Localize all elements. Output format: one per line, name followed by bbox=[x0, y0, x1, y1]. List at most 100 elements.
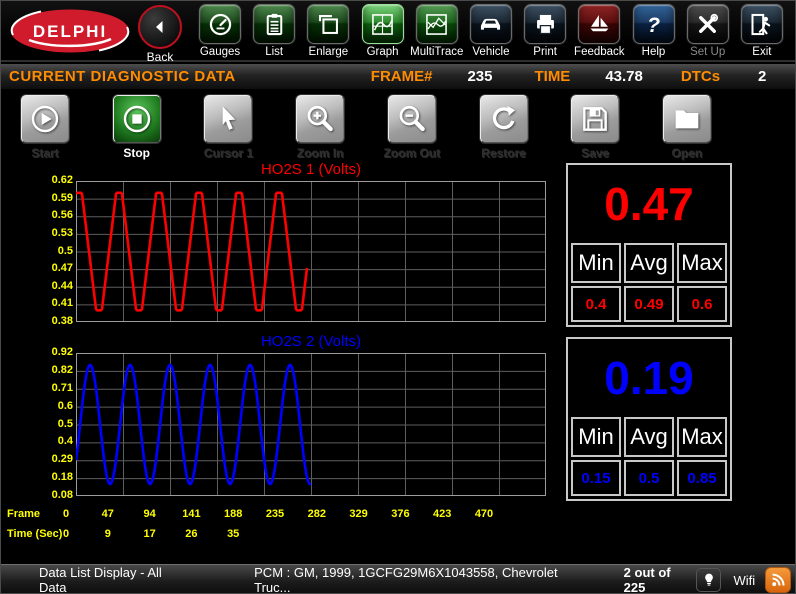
toolbar-button-vehicle[interactable]: Vehicle bbox=[464, 4, 518, 58]
toolbar-button-label: Feedback bbox=[574, 46, 625, 58]
header-bar: CURRENT DIAGNOSTIC DATA FRAME# 235 TIME … bbox=[1, 64, 795, 91]
y-axis-tick: 0.92 bbox=[51, 346, 73, 358]
open-icon bbox=[662, 95, 711, 143]
graph-toolbar: Start Stop Cursor 1 Zoom In Zoom Out Restore S… bbox=[1, 93, 795, 163]
x-axis-tick: 423 bbox=[433, 508, 452, 520]
chart-title-2: HO2S 2 (Volts) bbox=[260, 333, 362, 350]
bulb-icon[interactable] bbox=[695, 568, 722, 592]
start-icon bbox=[21, 95, 69, 143]
toolbar-button-graph[interactable]: Graph bbox=[356, 4, 410, 58]
stop-icon bbox=[112, 95, 161, 143]
graph-toolbar-button-label: Restore bbox=[481, 146, 526, 160]
dtcs-value: 2 bbox=[758, 68, 767, 85]
graph-toolbar-button-stop[interactable]: Stop bbox=[105, 95, 169, 160]
x-axis-tick: 0 bbox=[62, 528, 70, 540]
x-axis-tick: 376 bbox=[391, 508, 410, 520]
stats-header-cell: Max bbox=[677, 243, 727, 283]
stats-panel-1: 0.47 Min Avg Max 0.4 0.49 0.6 bbox=[566, 163, 732, 327]
cursor1-icon bbox=[204, 95, 253, 143]
toolbar-button-label: Exit bbox=[752, 46, 772, 58]
toolbar-button-label: Gauges bbox=[199, 46, 241, 58]
x-axis-tick: 282 bbox=[307, 508, 326, 520]
graph-toolbar-button-restore: Restore bbox=[472, 95, 536, 160]
graph-toolbar-button-label: Start bbox=[31, 146, 59, 160]
wifi-status-label: Wifi bbox=[733, 572, 756, 588]
graph-toolbar-button-start: Start bbox=[13, 95, 77, 160]
toolbar-button-label: Print bbox=[533, 46, 557, 58]
top-toolbar: DELPHI Back Gauges List Enlarge Graph MultiT… bbox=[1, 1, 795, 64]
x-axis-tick: 35 bbox=[227, 528, 240, 540]
multitrace-icon bbox=[415, 4, 458, 44]
frame-label: FRAME# bbox=[370, 68, 433, 85]
frame-value: 235 bbox=[467, 68, 493, 85]
toolbar-button-setup[interactable]: Set Up bbox=[681, 4, 735, 58]
stats-header-cell: Min bbox=[571, 243, 621, 283]
graph-toolbar-button-open: Open bbox=[655, 95, 719, 160]
dtcs-label: DTCs bbox=[680, 68, 721, 85]
stats-header-cell: Avg bbox=[624, 243, 674, 283]
y-axis-tick: 0.4 bbox=[57, 435, 73, 448]
toolbar-button-label: MultiTrace bbox=[410, 46, 464, 58]
toolbar-button-print[interactable]: Print bbox=[518, 4, 572, 58]
time-value: 43.78 bbox=[605, 68, 643, 85]
graph-toolbar-button-label: Stop bbox=[123, 146, 151, 160]
stats-header-cell: Min bbox=[571, 417, 621, 457]
status-bar: Data List Display - All Data PCM : GM, 1… bbox=[1, 564, 795, 594]
status-count-text: 2 out of 225 bbox=[623, 565, 671, 594]
graph-toolbar-button-label: Zoom In bbox=[296, 146, 344, 160]
toolbar-button-gauges[interactable]: Gauges bbox=[193, 4, 247, 58]
toolbar-button-label: Vehicle bbox=[472, 46, 510, 58]
graph-toolbar-button-label: Zoom Out bbox=[383, 146, 441, 160]
graph-toolbar-button-label: Cursor 1 bbox=[203, 146, 254, 160]
setup-icon bbox=[686, 4, 729, 44]
y-axis-tick: 0.29 bbox=[51, 453, 73, 466]
enlarge-icon bbox=[307, 4, 350, 44]
feedback-icon bbox=[578, 4, 621, 44]
graph-toolbar-button-label: Save bbox=[581, 146, 610, 160]
chart-title-1: HO2S 1 (Volts) bbox=[260, 161, 362, 178]
chart-plot-1 bbox=[76, 181, 546, 322]
y-axis-tick: 0.41 bbox=[51, 297, 73, 310]
toolbar-button-help[interactable]: ? Help bbox=[627, 4, 681, 58]
save-icon bbox=[571, 95, 620, 143]
zoom-in-icon bbox=[296, 95, 345, 143]
toolbar-button-label: Graph bbox=[366, 46, 399, 58]
zoom-out-icon bbox=[387, 95, 436, 143]
toolbar-button-label: Set Up bbox=[690, 46, 726, 58]
y-axis-tick: 0.6 bbox=[57, 399, 73, 412]
toolbar-button-feedback[interactable]: Feedback bbox=[572, 4, 626, 58]
x-axis-tick: 9 bbox=[104, 528, 111, 540]
gauges-icon bbox=[199, 4, 241, 44]
x-axis-tick: 26 bbox=[185, 528, 198, 540]
toolbar-button-multitrace[interactable]: MultiTrace bbox=[410, 4, 464, 58]
toolbar-button-enlarge[interactable]: Enlarge bbox=[301, 4, 355, 58]
chart-plot-2 bbox=[76, 353, 546, 496]
y-axis-tick: 0.08 bbox=[51, 489, 73, 501]
back-button-label: Back bbox=[146, 50, 174, 64]
stats-max-value: 0.85 bbox=[677, 460, 727, 496]
stats-max-value: 0.6 bbox=[677, 286, 727, 322]
stats-panel-2: 0.19 Min Avg Max 0.15 0.5 0.85 bbox=[566, 337, 732, 501]
graph-toolbar-button-save: Save bbox=[563, 95, 627, 160]
toolbar-button-exit[interactable]: Exit bbox=[735, 4, 789, 58]
x-axis-tick: 141 bbox=[182, 508, 201, 520]
graph-toolbar-button-zoom-in: Zoom In bbox=[288, 95, 352, 160]
x-axis-tick: 470 bbox=[474, 508, 494, 520]
toolbar-button-list[interactable]: List bbox=[247, 4, 301, 58]
stats-avg-value: 0.49 bbox=[624, 286, 674, 322]
toolbar-button-label: List bbox=[265, 46, 284, 58]
y-axis-tick: 0.82 bbox=[51, 363, 73, 376]
app-window: DELPHI Back Gauges List Enlarge Graph MultiT… bbox=[0, 0, 796, 594]
delphi-logo: DELPHI bbox=[9, 7, 131, 60]
stats-avg-value: 0.5 bbox=[624, 460, 674, 496]
toolbar-button-label: Enlarge bbox=[308, 46, 349, 58]
exit-icon bbox=[740, 4, 783, 44]
rss-wireless-icon[interactable] bbox=[765, 567, 791, 593]
y-axis-tick: 0.18 bbox=[51, 471, 73, 484]
stats-header-cell: Max bbox=[677, 417, 727, 457]
stats-min-value: 0.15 bbox=[571, 460, 621, 496]
y-axis-tick: 0.38 bbox=[51, 315, 73, 327]
y-axis-tick: 0.5 bbox=[57, 417, 73, 430]
stats-header-cell: Avg bbox=[624, 417, 674, 457]
back-button[interactable]: Back bbox=[132, 3, 188, 64]
